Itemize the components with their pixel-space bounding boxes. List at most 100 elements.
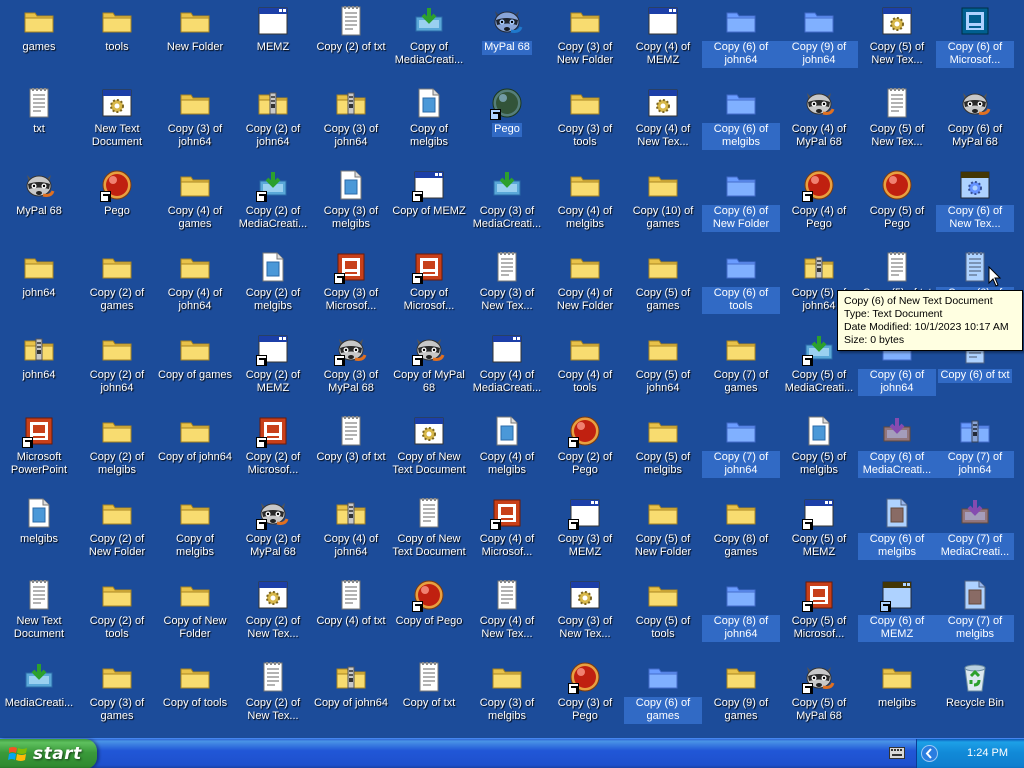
desktop-icon-copy-5-of-microsof[interactable]: Copy (5) of Microsof... bbox=[780, 576, 858, 656]
desktop-icon-new-text-document[interactable]: New Text Document bbox=[78, 84, 156, 164]
desktop-icon-copy-2-of-pego[interactable]: Copy (2) of Pego bbox=[546, 412, 624, 492]
desktop-icon-copy-5-of-john64[interactable]: Copy (5) of john64 bbox=[624, 330, 702, 410]
desktop-icon-copy-8-of-john64[interactable]: Copy (8) of john64 bbox=[702, 576, 780, 656]
show-hidden-icons-button[interactable] bbox=[921, 745, 938, 762]
desktop-icon-copy-4-of-microsof[interactable]: Copy (4) of Microsof... bbox=[468, 494, 546, 574]
desktop-icon-copy-2-of-games[interactable]: Copy (2) of games bbox=[78, 248, 156, 328]
desktop-icon-memz[interactable]: MEMZ bbox=[234, 2, 312, 82]
desktop-icon-copy-of-pego[interactable]: Copy of Pego bbox=[390, 576, 468, 656]
desktop-icon-copy-6-of-melgibs[interactable]: Copy (6) of melgibs bbox=[858, 494, 936, 574]
desktop-icon-copy-5-of-pego[interactable]: Copy (5) of Pego bbox=[858, 166, 936, 246]
desktop-icon-copy-4-of-mypal-68[interactable]: Copy (4) of MyPal 68 bbox=[780, 84, 858, 164]
desktop-icon-copy-3-of-txt[interactable]: Copy (3) of txt bbox=[312, 412, 390, 492]
desktop-icon-copy-4-of-tools[interactable]: Copy (4) of tools bbox=[546, 330, 624, 410]
desktop-icon-copy-4-of-john64[interactable]: Copy (4) of john64 bbox=[312, 494, 390, 574]
desktop-icon-copy-6-of-tools[interactable]: Copy (6) of tools bbox=[702, 248, 780, 328]
desktop-icon-copy-3-of-new-folder[interactable]: Copy (3) of New Folder bbox=[546, 2, 624, 82]
desktop-icon-john64[interactable]: john64 bbox=[0, 330, 78, 410]
desktop-icon-copy-4-of-pego[interactable]: Copy (4) of Pego bbox=[780, 166, 858, 246]
desktop-icon-copy-of-new-text-document[interactable]: Copy of New Text Document bbox=[390, 412, 468, 492]
desktop-icon-copy-2-of-txt[interactable]: Copy (2) of txt bbox=[312, 2, 390, 82]
desktop-icon-copy-7-of-games[interactable]: Copy (7) of games bbox=[702, 330, 780, 410]
desktop-icon-melgibs[interactable]: melgibs bbox=[0, 494, 78, 574]
desktop-icon-recycle-bin[interactable]: Recycle Bin bbox=[936, 658, 1014, 738]
desktop-icon-copy-5-of-games[interactable]: Copy (5) of games bbox=[624, 248, 702, 328]
desktop-icon-mypal-68[interactable]: MyPal 68 bbox=[0, 166, 78, 246]
desktop-icon-copy-5-of-melgibs[interactable]: Copy (5) of melgibs bbox=[624, 412, 702, 492]
desktop-icon-pego[interactable]: Pego bbox=[468, 84, 546, 164]
desktop-icon-copy-4-of-txt[interactable]: Copy (4) of txt bbox=[312, 576, 390, 656]
desktop-icon-copy-6-of-new-tex[interactable]: Copy (6) of New Tex... bbox=[936, 166, 1014, 246]
desktop-icon-copy-9-of-games[interactable]: Copy (9) of games bbox=[702, 658, 780, 738]
desktop-icon-copy-3-of-games[interactable]: Copy (3) of games bbox=[78, 658, 156, 738]
desktop-icon-copy-3-of-tools[interactable]: Copy (3) of tools bbox=[546, 84, 624, 164]
desktop-icon-copy-10-of-games[interactable]: Copy (10) of games bbox=[624, 166, 702, 246]
desktop-icon-copy-7-of-melgibs[interactable]: Copy (7) of melgibs bbox=[936, 576, 1014, 656]
desktop-icon-txt[interactable]: txt bbox=[0, 84, 78, 164]
desktop-icon-copy-of-melgibs[interactable]: Copy of melgibs bbox=[390, 84, 468, 164]
desktop-icon-copy-7-of-john64[interactable]: Copy (7) of john64 bbox=[702, 412, 780, 492]
desktop-icon-copy-of-tools[interactable]: Copy of tools bbox=[156, 658, 234, 738]
desktop-icon-pego[interactable]: Pego bbox=[78, 166, 156, 246]
desktop-icon-copy-2-of-tools[interactable]: Copy (2) of tools bbox=[78, 576, 156, 656]
desktop-icon-copy-4-of-new-tex[interactable]: Copy (4) of New Tex... bbox=[468, 576, 546, 656]
desktop-icon-copy-2-of-new-folder[interactable]: Copy (2) of New Folder bbox=[78, 494, 156, 574]
desktop-icon-copy-5-of-memz[interactable]: Copy (5) of MEMZ bbox=[780, 494, 858, 574]
desktop-icon-copy-2-of-mypal-68[interactable]: Copy (2) of MyPal 68 bbox=[234, 494, 312, 574]
desktop-icon-copy-5-of-new-tex[interactable]: Copy (5) of New Tex... bbox=[858, 84, 936, 164]
desktop-icon-copy-2-of-new-tex[interactable]: Copy (2) of New Tex... bbox=[234, 658, 312, 738]
desktop-icon-copy-3-of-mypal-68[interactable]: Copy (3) of MyPal 68 bbox=[312, 330, 390, 410]
desktop-icon-copy-2-of-john64[interactable]: Copy (2) of john64 bbox=[78, 330, 156, 410]
desktop-icon-copy-7-of-john64[interactable]: Copy (7) of john64 bbox=[936, 412, 1014, 492]
desktop-icon-copy-5-of-melgibs[interactable]: Copy (5) of melgibs bbox=[780, 412, 858, 492]
desktop-icon-copy-7-of-mediacreati[interactable]: Copy (7) of MediaCreati... bbox=[936, 494, 1014, 574]
desktop-icon-copy-of-melgibs[interactable]: Copy of melgibs bbox=[156, 494, 234, 574]
desktop-icon-copy-6-of-john64[interactable]: Copy (6) of john64 bbox=[702, 2, 780, 82]
desktop-icon-tools[interactable]: tools bbox=[78, 2, 156, 82]
desktop-icon-copy-4-of-mediacreati[interactable]: Copy (4) of MediaCreati... bbox=[468, 330, 546, 410]
desktop-icon-copy-6-of-melgibs[interactable]: Copy (6) of melgibs bbox=[702, 84, 780, 164]
desktop-icon-copy-3-of-melgibs[interactable]: Copy (3) of melgibs bbox=[468, 658, 546, 738]
desktop-icon-copy-5-of-mypal-68[interactable]: Copy (5) of MyPal 68 bbox=[780, 658, 858, 738]
desktop-icon-copy-2-of-memz[interactable]: Copy (2) of MEMZ bbox=[234, 330, 312, 410]
desktop-icon-copy-4-of-new-folder[interactable]: Copy (4) of New Folder bbox=[546, 248, 624, 328]
desktop-icon-copy-4-of-melgibs[interactable]: Copy (4) of melgibs bbox=[468, 412, 546, 492]
desktop-icon-copy-5-of-new-tex[interactable]: Copy (5) of New Tex... bbox=[858, 2, 936, 82]
keyboard-icon[interactable] bbox=[889, 747, 905, 759]
desktop-icon-copy-of-microsof[interactable]: Copy of Microsof... bbox=[390, 248, 468, 328]
desktop-icon-john64[interactable]: john64 bbox=[0, 248, 78, 328]
desktop-icon-new-text-document[interactable]: New Text Document bbox=[0, 576, 78, 656]
taskbar-clock[interactable]: 1:24 PM bbox=[967, 747, 1008, 759]
desktop[interactable]: games tools New Folder MEMZ Copy (2) of txt C… bbox=[0, 0, 1024, 738]
desktop-icon-copy-4-of-memz[interactable]: Copy (4) of MEMZ bbox=[624, 2, 702, 82]
desktop-icon-copy-of-john64[interactable]: Copy of john64 bbox=[312, 658, 390, 738]
desktop-icon-copy-of-new-folder[interactable]: Copy of New Folder bbox=[156, 576, 234, 656]
desktop-icon-copy-5-of-new-folder[interactable]: Copy (5) of New Folder bbox=[624, 494, 702, 574]
desktop-icon-copy-5-of-tools[interactable]: Copy (5) of tools bbox=[624, 576, 702, 656]
desktop-icon-copy-3-of-john64[interactable]: Copy (3) of john64 bbox=[156, 84, 234, 164]
desktop-icon-copy-6-of-mediacreati[interactable]: Copy (6) of MediaCreati... bbox=[858, 412, 936, 492]
start-button[interactable]: start bbox=[0, 739, 97, 768]
desktop-icon-copy-3-of-memz[interactable]: Copy (3) of MEMZ bbox=[546, 494, 624, 574]
desktop-icon-copy-6-of-memz[interactable]: Copy (6) of MEMZ bbox=[858, 576, 936, 656]
desktop-icon-copy-of-games[interactable]: Copy of games bbox=[156, 330, 234, 410]
desktop-icon-copy-2-of-microsof[interactable]: Copy (2) of Microsof... bbox=[234, 412, 312, 492]
desktop-icon-copy-6-of-microsof[interactable]: Copy (6) of Microsof... bbox=[936, 2, 1014, 82]
desktop-icon-copy-3-of-microsof[interactable]: Copy (3) of Microsof... bbox=[312, 248, 390, 328]
desktop-icon-games[interactable]: games bbox=[0, 2, 78, 82]
desktop-icon-copy-2-of-john64[interactable]: Copy (2) of john64 bbox=[234, 84, 312, 164]
desktop-icon-microsoft-powerpoint[interactable]: Microsoft PowerPoint bbox=[0, 412, 78, 492]
desktop-icon-copy-of-memz[interactable]: Copy of MEMZ bbox=[390, 166, 468, 246]
desktop-icon-copy-2-of-new-tex[interactable]: Copy (2) of New Tex... bbox=[234, 576, 312, 656]
desktop-icon-copy-3-of-pego[interactable]: Copy (3) of Pego bbox=[546, 658, 624, 738]
desktop-icon-melgibs[interactable]: melgibs bbox=[858, 658, 936, 738]
desktop-icon-mediacreati[interactable]: MediaCreati... bbox=[0, 658, 78, 738]
desktop-icon-copy-4-of-games[interactable]: Copy (4) of games bbox=[156, 166, 234, 246]
desktop-icon-copy-4-of-melgibs[interactable]: Copy (4) of melgibs bbox=[546, 166, 624, 246]
desktop-icon-copy-3-of-new-tex[interactable]: Copy (3) of New Tex... bbox=[546, 576, 624, 656]
desktop-icon-new-folder[interactable]: New Folder bbox=[156, 2, 234, 82]
desktop-icon-copy-of-john64[interactable]: Copy of john64 bbox=[156, 412, 234, 492]
desktop-icon-copy-6-of-mypal-68[interactable]: Copy (6) of MyPal 68 bbox=[936, 84, 1014, 164]
desktop-icon-copy-of-mypal-68[interactable]: Copy of MyPal 68 bbox=[390, 330, 468, 410]
desktop-icon-copy-4-of-new-tex[interactable]: Copy (4) of New Tex... bbox=[624, 84, 702, 164]
